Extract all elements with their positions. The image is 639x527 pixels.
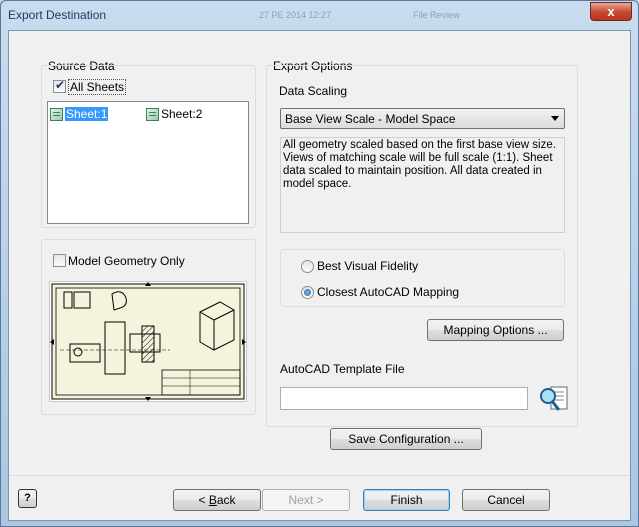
best-visual-fidelity-radio[interactable] (301, 260, 314, 273)
browse-template-button[interactable] (537, 385, 571, 413)
mapping-options-button[interactable]: Mapping Options ... (427, 319, 564, 341)
best-visual-fidelity-label[interactable]: Best Visual Fidelity (317, 259, 418, 273)
all-sheets-label[interactable]: All Sheets (68, 79, 127, 95)
sheet-preview (49, 281, 247, 402)
save-configuration-button[interactable]: Save Configuration ... (330, 428, 482, 450)
autocad-template-field[interactable] (280, 387, 528, 410)
dialog-client-area: Source Data ✔ All Sheets Sheet:1 Sheet:2… (8, 30, 631, 521)
closest-autocad-mapping-label[interactable]: Closest AutoCAD Mapping (317, 285, 459, 299)
window-title: Export Destination (8, 8, 107, 22)
back-label-key: B (208, 493, 217, 507)
sheet-label: Sheet:2 (161, 107, 203, 121)
data-scaling-label: Data Scaling (279, 84, 348, 98)
back-label-prefix: < (198, 493, 209, 507)
finish-button[interactable]: Finish (363, 489, 450, 511)
sheet-icon (146, 107, 159, 121)
help-button[interactable]: ? (18, 489, 37, 508)
sheet-icon (50, 107, 63, 121)
data-scaling-dropdown[interactable]: Base View Scale - Model Space (280, 108, 565, 129)
sheet-label: Sheet:1 (65, 107, 109, 121)
data-scaling-value: Base View Scale - Model Space (285, 112, 456, 126)
all-sheets-checkbox[interactable]: ✔ (53, 78, 66, 93)
back-label-rest: ack (216, 493, 236, 507)
dialog-window: Export Destination 27 РЕ 2014 12:27 File… (0, 0, 639, 527)
model-geometry-only-checkbox[interactable] (53, 254, 66, 267)
sheets-list[interactable]: Sheet:1 Sheet:2 (47, 101, 249, 224)
model-geometry-only-label[interactable]: Model Geometry Only (68, 254, 185, 268)
drawing-preview-image (50, 282, 246, 401)
title-ghost-text: 27 РЕ 2014 12:27 (259, 10, 332, 20)
footer-separator (9, 475, 630, 476)
title-bar[interactable]: Export Destination 27 РЕ 2014 12:27 File… (1, 1, 638, 29)
cancel-button[interactable]: Cancel (462, 489, 550, 511)
closest-autocad-mapping-radio[interactable] (301, 286, 314, 299)
next-button[interactable]: Next > (262, 489, 350, 511)
back-button[interactable]: < Back (173, 489, 261, 511)
sheet-item-1[interactable]: Sheet:1 (50, 106, 109, 122)
help-icon: ? (24, 492, 31, 504)
close-icon: x (607, 4, 615, 19)
title-ghost-text-right: File Review (413, 10, 460, 20)
magnifier-folder-icon (540, 386, 568, 411)
close-button[interactable]: x (590, 2, 632, 21)
chevron-down-icon (551, 116, 559, 121)
sheet-item-2[interactable]: Sheet:2 (146, 106, 202, 122)
autocad-template-label: AutoCAD Template File (280, 362, 405, 376)
data-scaling-description: All geometry scaled based on the first b… (280, 137, 565, 233)
checkmark-icon: ✔ (55, 78, 66, 92)
